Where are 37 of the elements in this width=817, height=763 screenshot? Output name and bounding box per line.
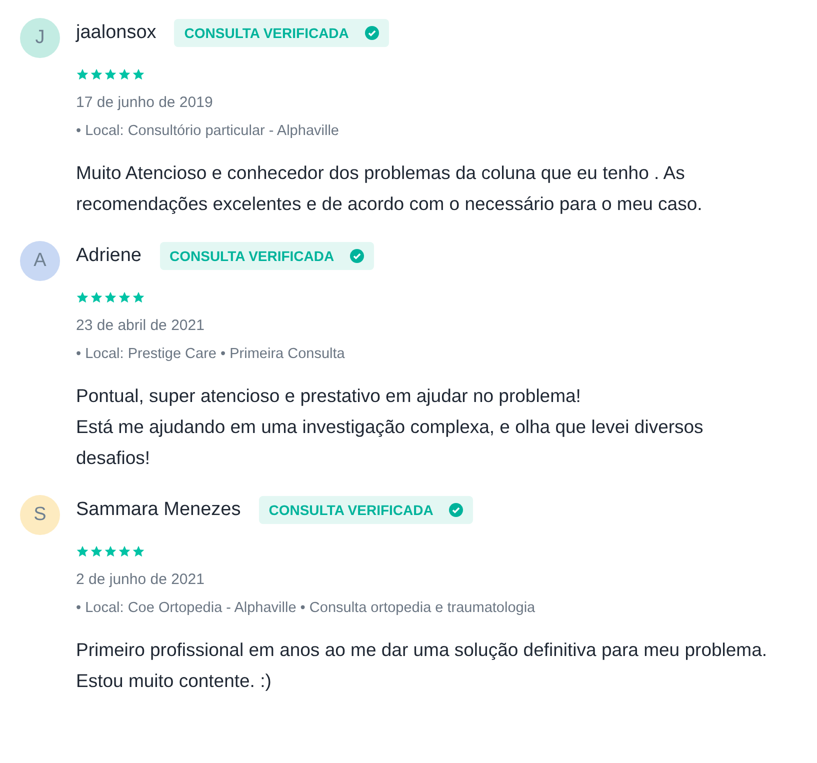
star-icon <box>76 545 89 558</box>
check-icon <box>449 503 464 517</box>
review-date: 2 de junho de 2021 <box>76 571 206 588</box>
star-icon <box>104 545 117 558</box>
review-text: Primeiro profissional em anos ao me dar uma solução definitiva para meu problema. Estou muito contente. :) <box>76 638 768 693</box>
location-text: • Local: Prestige Care • Primeira Consulta <box>76 346 346 362</box>
location-text: • Local: Consultório particular - Alphaville <box>76 123 340 139</box>
star-icon <box>90 545 103 558</box>
reviewer-name: jaalonsox <box>76 22 156 44</box>
avatar: J <box>20 18 60 58</box>
star-icon <box>104 291 117 304</box>
star-icon <box>132 545 145 558</box>
review-date: 17 de junho de 2019 <box>76 94 214 111</box>
reviewer-name: Adriene <box>76 245 142 267</box>
review-text: Muito Atencioso e conhecedor dos problemas da coluna que eu tenho . As recomendações excelentes e de acordo com o necessário para o meu caso. <box>76 161 704 216</box>
verified-badge: CONSULTA VERIFICADA <box>258 496 474 524</box>
review-date: 23 de abril de 2021 <box>76 317 206 334</box>
star-icon <box>118 68 131 81</box>
star-icon <box>104 68 117 81</box>
star-icon <box>90 291 103 304</box>
review-text: Está me ajudando em uma investigação complexa, e olha que levei diversos desafios! <box>76 415 704 470</box>
star-icon <box>118 291 131 304</box>
review-text: Pontual, super atencioso e prestativo em ajudar no problema! <box>76 384 582 408</box>
star-icon <box>132 68 145 81</box>
location-text: • Local: Coe Ortopedia - Alphaville • Consulta ortopedia e traumatologia <box>76 600 536 616</box>
avatar: A <box>20 241 60 281</box>
star-icon <box>90 68 103 81</box>
reviewer-name: Sammara Menezes <box>76 499 241 521</box>
avatar: S <box>20 495 60 535</box>
check-icon <box>364 26 379 40</box>
star-icon <box>76 68 89 81</box>
star-icon <box>118 545 131 558</box>
verified-badge: CONSULTA VERIFICADA <box>174 19 389 47</box>
star-icon <box>132 291 145 304</box>
check-icon <box>350 249 364 263</box>
verified-badge: CONSULTA VERIFICADA <box>160 242 374 270</box>
star-icon <box>76 291 89 304</box>
